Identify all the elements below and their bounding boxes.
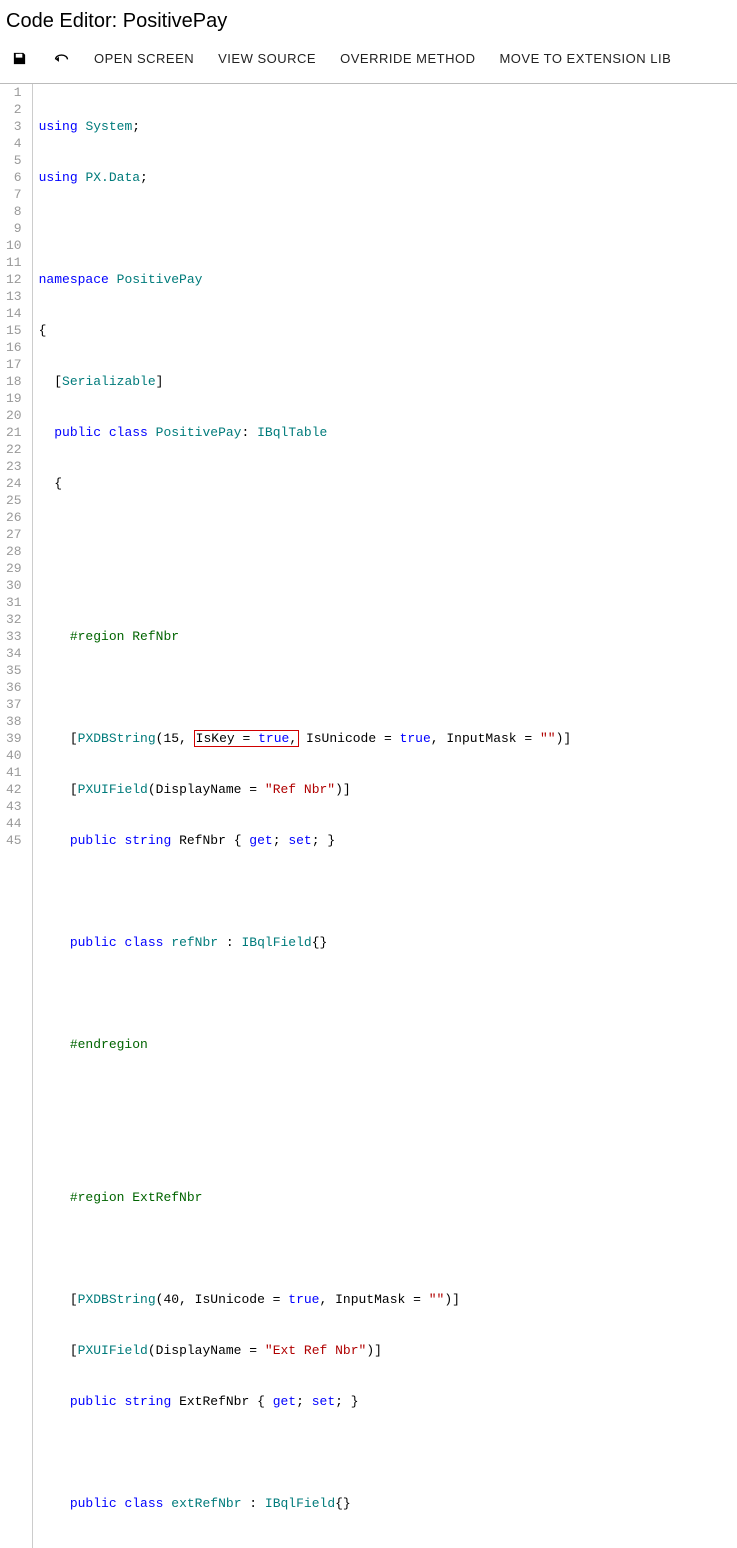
highlight-iskey: IsKey = true, bbox=[194, 730, 299, 747]
open-screen-button[interactable]: OPEN SCREEN bbox=[94, 51, 194, 66]
undo-icon[interactable] bbox=[52, 49, 70, 67]
toolbar: OPEN SCREEN VIEW SOURCE OVERRIDE METHOD … bbox=[0, 45, 737, 84]
line-gutter: 1234567891011121314151617181920212223242… bbox=[0, 84, 32, 1548]
view-source-button[interactable]: VIEW SOURCE bbox=[218, 51, 316, 66]
override-method-button[interactable]: OVERRIDE METHOD bbox=[340, 51, 475, 66]
move-to-ext-button[interactable]: MOVE TO EXTENSION LIB bbox=[499, 51, 671, 66]
code-area[interactable]: using System; using PX.Data; namespace P… bbox=[32, 84, 737, 1548]
save-icon[interactable] bbox=[10, 49, 28, 67]
page-title: Code Editor: PositivePay bbox=[0, 0, 737, 45]
code-editor[interactable]: 1234567891011121314151617181920212223242… bbox=[0, 84, 737, 1548]
